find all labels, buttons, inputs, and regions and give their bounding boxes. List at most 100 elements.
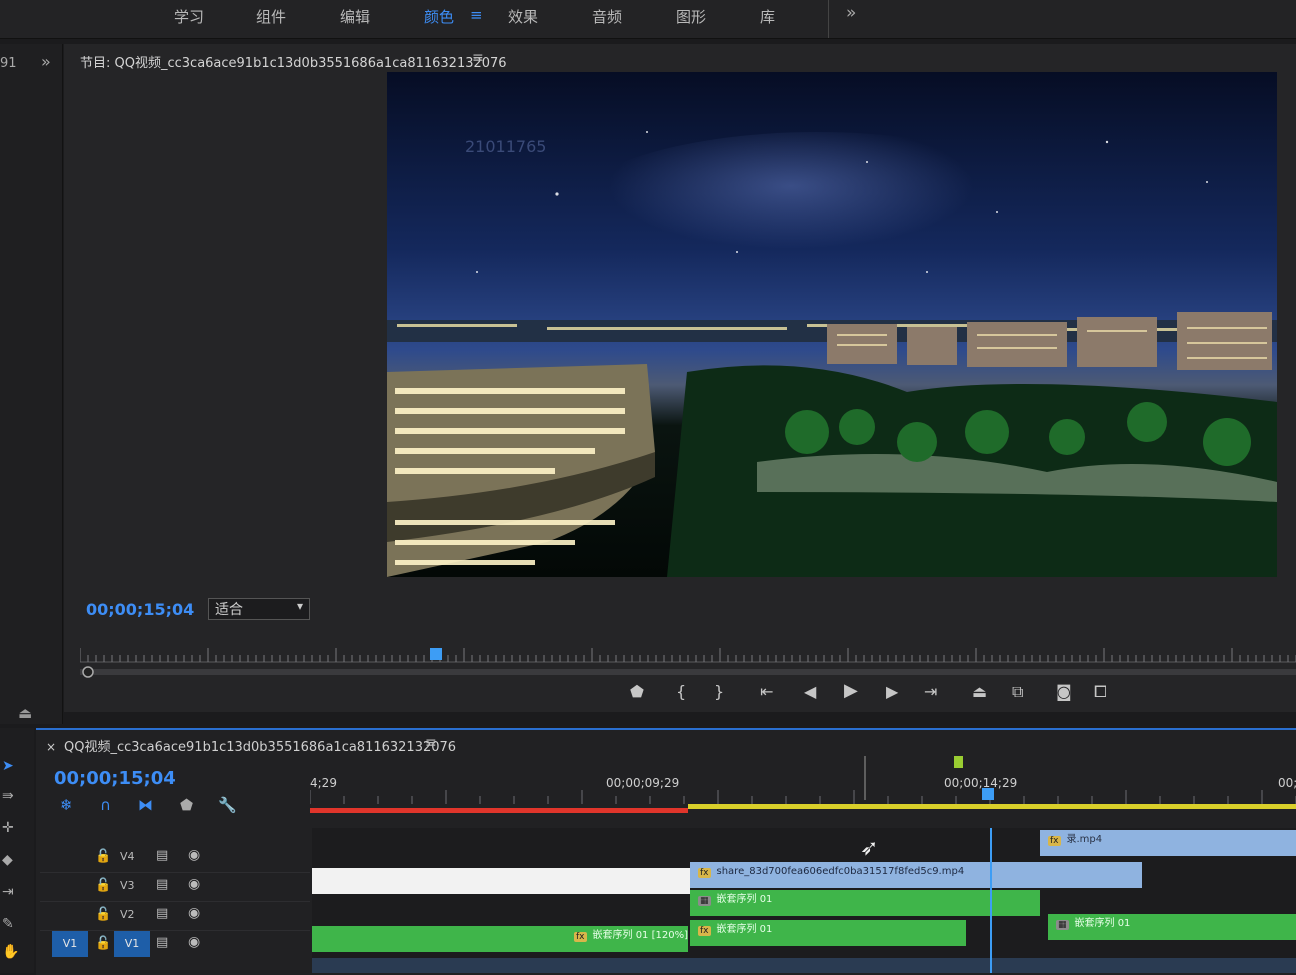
eye-icon[interactable]: ◉ — [188, 905, 200, 921]
sync-lock-icon[interactable]: ▤ — [156, 935, 168, 950]
sync-lock-icon[interactable]: ▤ — [156, 906, 168, 921]
workspace-divider — [828, 0, 829, 38]
source-patch-v1[interactable]: V1 — [52, 931, 88, 957]
compare-icon[interactable]: ⧠ — [1094, 682, 1107, 702]
fx-badge-icon: fx — [1048, 836, 1061, 846]
track-name: V4 — [120, 850, 135, 863]
playhead-timecode[interactable]: 00;00;15;04 — [86, 600, 194, 619]
panel-menu-icon[interactable]: ≡ — [472, 50, 484, 66]
snap-icon[interactable]: ∩ — [100, 796, 111, 814]
marker-icon[interactable]: ⬟ — [630, 682, 644, 701]
play-icon[interactable]: ▶ — [844, 680, 858, 701]
extract-icon[interactable]: ⧉ — [1012, 682, 1023, 702]
razor-tool-icon[interactable]: ◆ — [2, 852, 13, 868]
zoom-select-value: 适合 — [215, 602, 243, 618]
fx-badge-icon: fx — [698, 868, 711, 878]
track-header-v3[interactable]: 🔓 V3 ▤ ◉ — [40, 873, 310, 902]
in-point-marker[interactable] — [954, 756, 963, 768]
track-header-v2[interactable]: 🔓 V2 ▤ ◉ — [40, 902, 310, 931]
playhead-line — [990, 828, 992, 973]
workspace-bar: 学习 组件 编辑 颜色 ≡ 效果 音频 图形 库 » — [0, 0, 1296, 39]
fx-badge-icon: fx — [698, 926, 711, 936]
mark-in-icon[interactable]: { — [676, 682, 686, 701]
panel-menu-icon[interactable]: ≡ — [425, 735, 437, 751]
night-campus-image: 21011765 — [387, 72, 1277, 577]
eye-icon[interactable]: ◉ — [188, 876, 200, 892]
audio-track-strip[interactable] — [312, 958, 1296, 973]
clip-v3-white[interactable] — [312, 868, 690, 894]
nested-sequence-icon: ▦ — [1056, 920, 1069, 930]
lift-icon[interactable]: ⏏ — [972, 682, 987, 701]
hand-tool-icon[interactable]: ✋ — [2, 944, 19, 960]
workspace-tab-editing[interactable]: 编辑 — [340, 6, 370, 27]
slip-tool-icon[interactable]: ⇥ — [2, 884, 14, 900]
ripple-edit-tool-icon[interactable]: ✛ — [2, 820, 14, 836]
lock-icon[interactable]: 🔓 — [95, 936, 111, 951]
program-monitor-title[interactable]: 节目: QQ视频_cc3ca6ace91b1c13d0b3551686a1ca8… — [80, 52, 507, 71]
render-bar-yellow — [688, 804, 1296, 809]
selection-tool-icon[interactable]: ➤ — [2, 758, 14, 774]
lock-icon[interactable]: 🔓 — [95, 907, 111, 922]
left-panel-more-button[interactable]: » — [41, 52, 51, 71]
step-back-icon[interactable]: ◀ — [804, 682, 816, 701]
export-icon[interactable]: ⏏ — [18, 704, 32, 722]
workspace-tab-effects[interactable]: 效果 — [508, 6, 538, 27]
workspace-more-button[interactable]: » — [846, 3, 856, 23]
playhead-icon[interactable] — [982, 788, 994, 800]
lock-icon[interactable]: 🔓 — [95, 878, 111, 893]
video-frame[interactable]: 21011765 — [387, 72, 1277, 577]
track-name: V2 — [120, 908, 135, 921]
go-to-in-icon[interactable]: ⇤ — [760, 682, 773, 701]
mark-out-icon[interactable]: } — [714, 682, 724, 701]
frame-overlay-text: 21011765 — [465, 137, 546, 156]
track-name: V3 — [120, 879, 135, 892]
track-header-v4[interactable]: 🔓 V4 ▤ ◉ — [40, 844, 310, 873]
pen-tool-icon[interactable]: ✎ — [2, 916, 14, 932]
fx-badge-icon: fx — [574, 932, 587, 942]
timeline-tracks[interactable]: fx 录.mp4 fx share_83d700fea606edfc0ba31517… — [312, 828, 1296, 973]
export-frame-icon[interactable]: ◙ — [1056, 682, 1072, 701]
workspace-tab-graphics[interactable]: 图形 — [676, 6, 706, 27]
step-forward-icon[interactable]: ▶ — [886, 682, 898, 701]
chevron-down-icon: ▾ — [296, 599, 303, 613]
clip-v1-b[interactable]: fx 嵌套序列 01 — [690, 920, 966, 946]
left-panel — [0, 44, 63, 724]
workspace-menu-icon[interactable]: ≡ — [470, 6, 483, 24]
nest-icon[interactable]: ❄ — [60, 796, 73, 814]
render-bar-red — [310, 808, 688, 813]
clip-v1-a[interactable]: fx 嵌套序列 01 [120%] — [312, 926, 688, 952]
zoom-scroll-handle[interactable] — [82, 666, 94, 678]
sync-lock-icon[interactable]: ▤ — [156, 877, 168, 892]
mouse-cursor-icon: ➶ — [860, 836, 879, 861]
sync-lock-icon[interactable]: ▤ — [156, 848, 168, 863]
left-panel-label: 91 — [0, 56, 17, 71]
monitor-time-ruler[interactable] — [80, 638, 1296, 678]
timeline-timecode[interactable]: 00;00;15;04 — [54, 768, 176, 789]
clip-v2[interactable]: ▦ 嵌套序列 01 — [690, 890, 1040, 916]
track-name: V1 — [114, 931, 150, 957]
clip-v1-c[interactable]: ▦ 嵌套序列 01 — [1048, 914, 1296, 940]
workspace-tab-color[interactable]: 颜色 — [424, 6, 454, 27]
track-header-v1[interactable]: V1 🔓 V1 ▤ ◉ — [40, 931, 310, 959]
tools-panel: ➤ ⇛ ✛ ◆ ⇥ ✎ ✋ — [0, 728, 34, 973]
zoom-select[interactable]: 适合 ▾ — [208, 598, 310, 620]
lock-icon[interactable]: 🔓 — [95, 849, 111, 864]
clip-v4[interactable]: fx 录.mp4 — [1040, 830, 1296, 856]
settings-wrench-icon[interactable]: 🔧 — [218, 796, 237, 814]
linked-selection-icon[interactable]: ⧓ — [138, 796, 153, 814]
eye-icon[interactable]: ◉ — [188, 934, 200, 950]
sequence-tab[interactable]: QQ视频_cc3ca6ace91b1c13d0b3551686a1ca81163… — [64, 736, 456, 755]
playhead-icon[interactable] — [430, 648, 442, 660]
workspace-tab-libraries[interactable]: 库 — [760, 6, 775, 27]
nested-sequence-icon: ▦ — [698, 896, 711, 906]
track-select-tool-icon[interactable]: ⇛ — [2, 788, 14, 804]
workspace-tab-audio[interactable]: 音频 — [592, 6, 622, 27]
timeline-ruler[interactable] — [310, 756, 1296, 816]
add-marker-icon[interactable]: ⬟ — [180, 796, 193, 814]
eye-icon[interactable]: ◉ — [188, 847, 200, 863]
close-icon[interactable]: × — [46, 740, 56, 754]
workspace-tab-assembly[interactable]: 组件 — [256, 6, 286, 27]
go-to-out-icon[interactable]: ⇥ — [924, 682, 937, 701]
clip-v3[interactable]: fx share_83d700fea606edfc0ba31517f8fed5c9… — [690, 862, 1142, 888]
workspace-tab-learn[interactable]: 学习 — [174, 6, 204, 27]
